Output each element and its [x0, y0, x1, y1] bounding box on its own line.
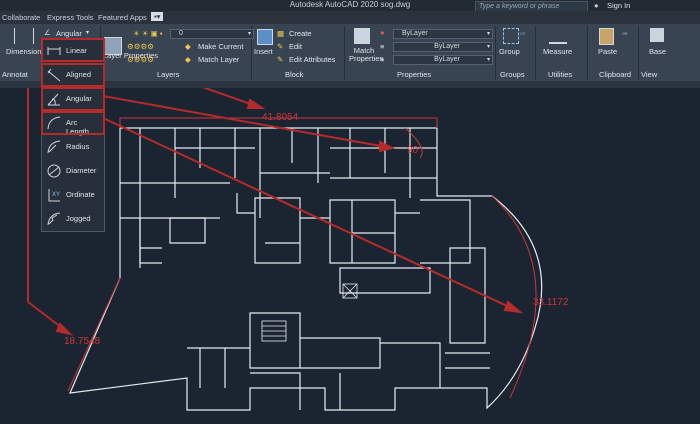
edit-block-icon: ✎: [277, 42, 284, 51]
groups-group-label: Groups: [500, 70, 525, 79]
highlight-linear: [41, 38, 105, 62]
ribbon-separator: [587, 26, 588, 80]
ribbon-separator: [638, 26, 639, 80]
dimension-text-angular[interactable]: 90°: [407, 145, 422, 156]
sign-in-button[interactable]: Sign In: [607, 1, 630, 10]
tab-express-tools[interactable]: Express Tools: [47, 13, 94, 22]
insert-icon[interactable]: [257, 29, 273, 45]
chevron-down-icon: ▾: [486, 57, 490, 63]
block-group-label: Block: [285, 70, 304, 79]
properties-group-label: Properties: [397, 70, 432, 79]
tab-collaborate[interactable]: Collaborate: [2, 13, 40, 22]
ribbon-separator: [495, 26, 496, 80]
color-wheel-icon: ●: [380, 28, 385, 37]
menu-label: Diameter: [66, 166, 97, 175]
dimension-text-arc-length[interactable]: 33.1172: [533, 297, 568, 308]
dimension-icon[interactable]: [14, 28, 34, 44]
tab-featured-apps[interactable]: Featured Apps: [98, 13, 147, 22]
menu-item-jogged[interactable]: Jogged: [42, 208, 102, 230]
linetype-dropdown[interactable]: ByLayer ▾: [393, 42, 493, 52]
group-button[interactable]: Group: [499, 47, 520, 56]
match-layer-icon: ◆: [185, 55, 191, 64]
svg-text:XY: XY: [52, 192, 60, 198]
menu-item-ordinate[interactable]: XY Ordinate: [42, 184, 102, 206]
menu-label: Radius: [66, 142, 90, 151]
title-bar: Autodesk AutoCAD 2020 sog.dwg Type a key…: [0, 0, 700, 12]
layer-dropdown[interactable]: 0 ▾: [170, 29, 254, 39]
view-group-label: View: [641, 70, 658, 79]
lineweight-dropdown[interactable]: ByLayer ▾: [393, 55, 493, 65]
chevron-down-icon: ▾: [486, 31, 490, 37]
match-properties-icon[interactable]: [354, 28, 370, 44]
linetype-icon: ≡: [380, 42, 385, 51]
dim-style-dropdown[interactable]: Angular: [56, 29, 82, 38]
layer-value: 0: [179, 30, 183, 37]
insert-button[interactable]: Insert: [254, 47, 273, 56]
chevron-down-icon[interactable]: ▾: [86, 29, 89, 36]
menu-item-radius[interactable]: Radius: [42, 136, 102, 158]
group-tools-icons[interactable]: ▫▫: [520, 29, 525, 38]
create-block-button[interactable]: Create: [289, 29, 312, 38]
match-properties-button[interactable]: Match Properties: [349, 47, 383, 63]
dimension-text-linear[interactable]: 41.8054: [262, 112, 298, 123]
edit-attributes-button[interactable]: Edit Attributes: [289, 55, 335, 64]
layer-tools-icons-row2[interactable]: ⚙⚙⚙⚙: [127, 55, 154, 64]
edit-attributes-icon: ✎: [277, 55, 284, 64]
layers-group-label: Layers: [157, 70, 180, 79]
dimension-button[interactable]: Dimension: [6, 47, 41, 56]
clipboard-group-label: Clipboard: [599, 70, 632, 79]
measure-button[interactable]: Measure: [543, 47, 572, 56]
user-icon[interactable]: ●: [594, 1, 599, 10]
edit-block-button[interactable]: Edit: [289, 42, 302, 51]
match-layer-button[interactable]: Match Layer: [198, 55, 239, 64]
make-current-icon: ◆: [185, 42, 191, 51]
lineweight-value: ByLayer: [434, 56, 460, 63]
make-current-button[interactable]: Make Current: [198, 42, 243, 51]
chevron-down-icon: ▾: [486, 44, 490, 50]
lineweight-icon: ≡: [380, 55, 385, 64]
layer-state-icons[interactable]: ☀ ☀ ▣ ▪: [133, 29, 162, 38]
menu-item-diameter[interactable]: Diameter: [42, 160, 102, 182]
utilities-group-label: Utilities: [548, 70, 573, 79]
highlight-aligned: [41, 63, 105, 87]
angular-dim-icon: ∠: [44, 28, 51, 37]
layer-tools-icons[interactable]: ⚙⚙⚙⚙: [127, 42, 154, 51]
ribbon-separator: [344, 26, 345, 80]
color-dropdown[interactable]: ByLayer ▾: [393, 29, 493, 39]
jogged-icon: [47, 212, 61, 226]
file-tab-bar: [0, 81, 700, 88]
dimension-text-aligned[interactable]: 18.7548: [64, 336, 100, 347]
paste-icon[interactable]: [599, 28, 614, 45]
chevron-down-icon: ▾: [247, 31, 251, 37]
annotation-group-label: Annotat: [2, 70, 28, 79]
diameter-icon: [47, 164, 61, 178]
highlight-angular: [41, 87, 105, 111]
highlight-arc-length: [41, 111, 105, 135]
clipboard-tools-icons[interactable]: ▫▫: [622, 29, 627, 38]
base-view-icon[interactable]: [650, 28, 664, 42]
group-icon[interactable]: [503, 28, 519, 44]
linetype-value: ByLayer: [434, 43, 460, 50]
paste-button[interactable]: Paste: [598, 47, 617, 56]
measure-icon[interactable]: [549, 28, 567, 44]
create-block-icon: ▦: [277, 29, 285, 38]
base-button[interactable]: Base: [649, 47, 666, 56]
menu-label: Jogged: [66, 214, 91, 223]
ordinate-icon: XY: [48, 189, 60, 202]
drawing-canvas[interactable]: [0, 88, 700, 424]
ribbon-separator: [535, 26, 536, 80]
radius-icon: [47, 140, 61, 154]
menu-label: Ordinate: [66, 190, 95, 199]
ribbon-toggle-icon[interactable]: ▪▾: [151, 12, 164, 21]
color-value: ByLayer: [402, 30, 428, 37]
